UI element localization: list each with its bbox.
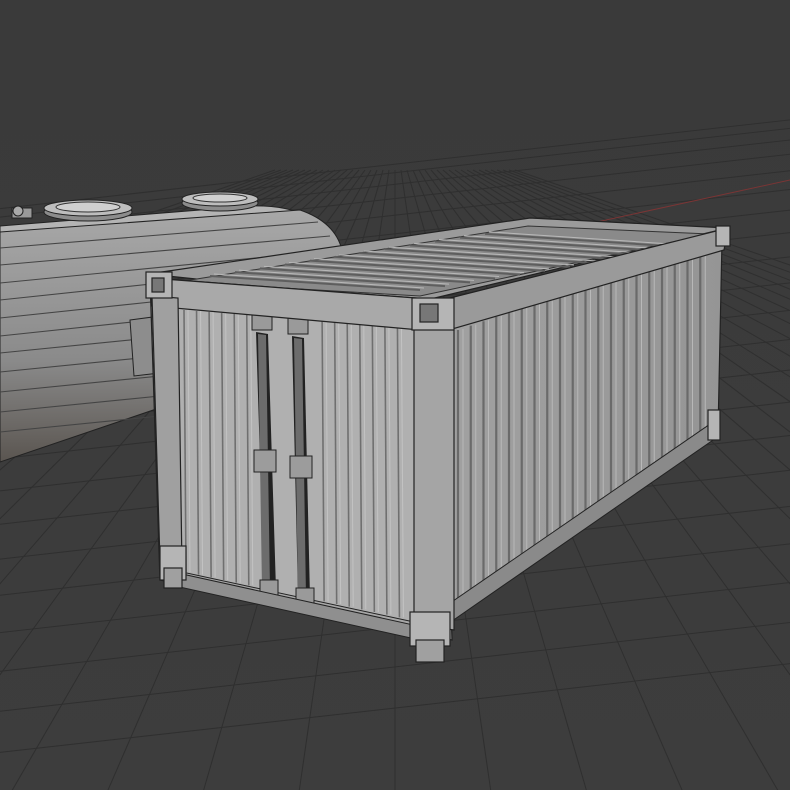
tank-hatch-right <box>181 191 259 212</box>
3d-viewport[interactable] <box>0 0 790 790</box>
tank-hatch-left <box>43 199 133 222</box>
tank-valve <box>11 205 33 219</box>
viewport-scene[interactable] <box>0 0 790 790</box>
corner-post-right <box>413 325 455 631</box>
